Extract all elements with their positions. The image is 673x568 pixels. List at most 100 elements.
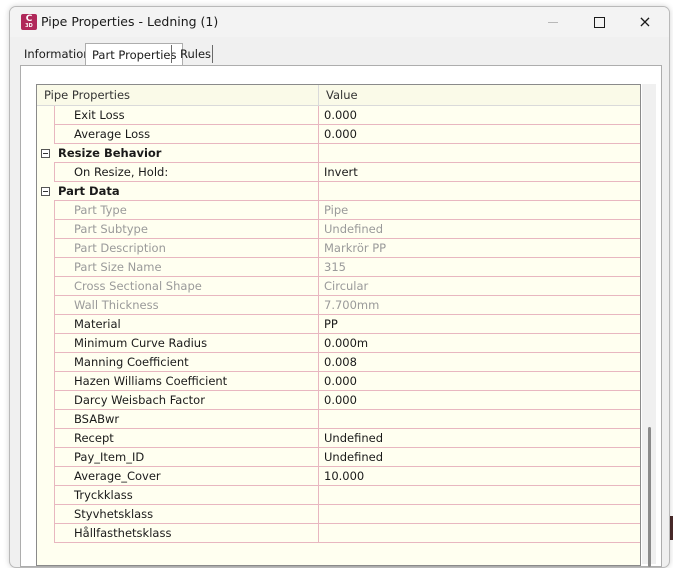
property-grid: Pipe Properties Value Exit Loss 0.000 Aver…: [36, 84, 641, 566]
property-row[interactable]: Wall Thickness 7.700mm: [37, 296, 640, 315]
property-name: Exit Loss: [74, 108, 125, 122]
column-divider: [318, 296, 319, 315]
column-divider: [318, 239, 319, 258]
close-button[interactable]: ×: [622, 7, 668, 37]
property-value[interactable]: 0.000: [324, 391, 357, 409]
scrollbar-thumb[interactable]: [648, 427, 651, 567]
column-divider: [318, 410, 319, 429]
column-header-value[interactable]: Value: [326, 85, 358, 105]
property-value[interactable]: 0.000: [324, 372, 357, 390]
property-value: Pipe: [324, 203, 349, 217]
column-divider: [318, 524, 319, 543]
row-gutter: [37, 106, 54, 125]
property-name: Manning Coefficient: [74, 355, 189, 369]
property-name: Minimum Curve Radius: [74, 336, 208, 350]
gutter-line: [54, 429, 55, 448]
property-value[interactable]: Undefined: [324, 448, 383, 466]
gutter-line: [54, 353, 55, 372]
gutter-line: [54, 239, 55, 258]
property-row[interactable]: Recept Undefined: [37, 429, 640, 448]
category-row[interactable]: Resize Behavior: [37, 144, 640, 163]
property-value: 315: [324, 260, 346, 274]
column-divider: [318, 372, 319, 391]
property-row[interactable]: Pay_Item_ID Undefined: [37, 448, 640, 467]
property-name: Hållfasthetsklass: [74, 526, 172, 540]
column-divider: [318, 144, 319, 163]
property-row[interactable]: Part Subtype Undefined: [37, 220, 640, 239]
tab-divider: [171, 45, 172, 63]
gutter-line: [54, 220, 55, 239]
property-value[interactable]: 0.000: [324, 106, 357, 124]
property-row[interactable]: Darcy Weisbach Factor 0.000: [37, 391, 640, 410]
tab-part-properties[interactable]: Part Properties: [85, 43, 184, 66]
gutter-line: [54, 467, 55, 486]
property-name: Cross Sectional Shape: [74, 279, 202, 293]
property-name: Recept: [74, 431, 114, 445]
property-row[interactable]: Hållfasthetsklass: [37, 524, 640, 543]
category-row[interactable]: Part Data: [37, 182, 640, 201]
property-name: Average Loss: [74, 127, 151, 141]
column-divider: [318, 448, 319, 467]
maximize-button[interactable]: [576, 7, 622, 37]
property-value[interactable]: 0.008: [324, 353, 357, 371]
row-gutter: [37, 353, 54, 372]
property-row[interactable]: Part Size Name 315: [37, 258, 640, 277]
column-divider: [318, 353, 319, 372]
collapse-icon[interactable]: [41, 149, 50, 158]
category-label: Part Data: [58, 184, 120, 198]
property-row[interactable]: Material PP: [37, 315, 640, 334]
row-gutter: [37, 334, 54, 353]
gutter-line: [54, 524, 55, 543]
property-row[interactable]: BSABwr: [37, 410, 640, 429]
property-value[interactable]: PP: [324, 315, 338, 333]
property-row[interactable]: Cross Sectional Shape Circular: [37, 277, 640, 296]
property-row[interactable]: Styvhetsklass: [37, 505, 640, 524]
property-row[interactable]: Part Type Pipe: [37, 201, 640, 220]
row-gutter: [37, 467, 54, 486]
minimize-icon: [548, 22, 558, 23]
column-divider: [318, 334, 319, 353]
property-value[interactable]: Undefined: [324, 429, 383, 447]
maximize-icon: [593, 17, 605, 28]
property-value[interactable]: 10.000: [324, 467, 364, 485]
property-value: Undefined: [324, 222, 383, 236]
row-gutter: [37, 125, 54, 144]
property-row[interactable]: Average_Cover 10.000: [37, 467, 640, 486]
civil3d-app-icon: C 3D: [21, 14, 37, 30]
property-value[interactable]: 0.000: [324, 125, 357, 143]
row-gutter: [37, 410, 54, 429]
collapse-icon[interactable]: [41, 187, 50, 196]
minimize-button[interactable]: [530, 7, 576, 37]
tab-rules[interactable]: Rules: [174, 45, 217, 63]
row-gutter: [37, 201, 54, 220]
property-row[interactable]: Hazen Williams Coefficient 0.000: [37, 372, 640, 391]
row-gutter: [37, 505, 54, 524]
column-divider: [318, 391, 319, 410]
property-value[interactable]: Invert: [324, 163, 358, 181]
gutter-line: [54, 106, 55, 125]
property-value[interactable]: 0.000m: [324, 334, 368, 352]
title-bar[interactable]: C 3D Pipe Properties - Ledning (1) ×: [10, 7, 669, 37]
property-row[interactable]: Average Loss 0.000: [37, 125, 640, 144]
property-name: Material: [74, 317, 121, 331]
gutter-line: [54, 258, 55, 277]
column-divider: [318, 315, 319, 334]
column-header-property[interactable]: Pipe Properties: [44, 85, 130, 105]
close-icon: ×: [638, 12, 652, 31]
gutter-line: [54, 448, 55, 467]
column-divider: [318, 182, 319, 201]
row-gutter: [37, 220, 54, 239]
column-splitter[interactable]: [318, 85, 319, 105]
vertical-scrollbar[interactable]: [642, 84, 656, 567]
property-row[interactable]: On Resize, Hold: Invert: [37, 163, 640, 182]
column-divider: [318, 220, 319, 239]
property-row[interactable]: Tryckklass: [37, 486, 640, 505]
property-row[interactable]: Part Description Markrör PP: [37, 239, 640, 258]
grid-header: Pipe Properties Value: [37, 85, 640, 106]
property-row[interactable]: Exit Loss 0.000: [37, 106, 640, 125]
column-divider: [318, 258, 319, 277]
property-row[interactable]: Manning Coefficient 0.008: [37, 353, 640, 372]
property-row[interactable]: Minimum Curve Radius 0.000m: [37, 334, 640, 353]
column-divider: [318, 467, 319, 486]
category-label: Resize Behavior: [58, 146, 162, 160]
